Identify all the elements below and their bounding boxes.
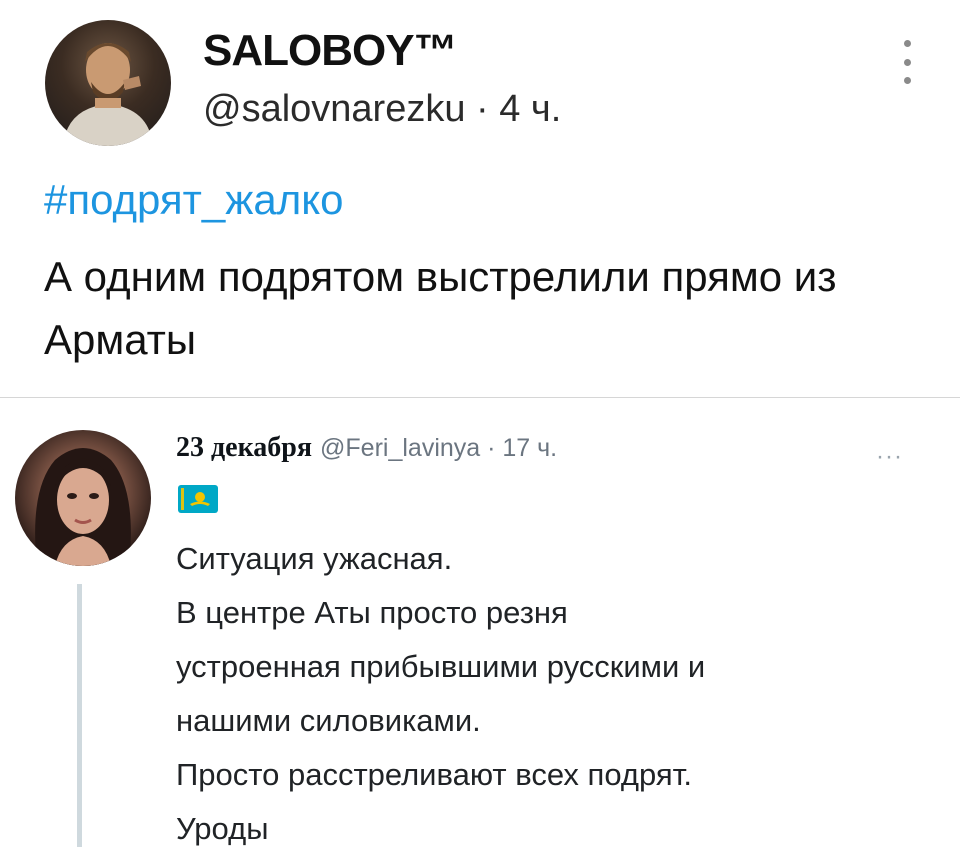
avatar-woman-image <box>35 448 131 566</box>
quoted-tweet-line: Ситуация ужасная. <box>176 541 453 576</box>
quoted-tweet-line: устроенная прибывшими русскими и <box>176 649 706 684</box>
quoted-tweet-date-name[interactable]: 23 декабря <box>176 432 312 463</box>
top-tweet-author-name[interactable]: SALOBOY™ <box>203 26 458 76</box>
quoted-tweet-line: нашими силовиками. <box>176 703 481 738</box>
top-tweet-handle-time[interactable]: @salovnarezku · 4 ч. <box>203 88 561 131</box>
screenshot-page: SALOBOY™ @salovnarezku · 4 ч. #подрят_жа… <box>0 0 960 847</box>
quoted-tweet-text: Ситуация ужасная. В центре Аты просто ре… <box>176 532 936 856</box>
embed-divider <box>0 397 960 398</box>
dot <box>903 58 911 66</box>
more-options-icon[interactable] <box>897 40 917 84</box>
top-tweet-avatar[interactable] <box>45 20 171 146</box>
quoted-tweet-handle-time[interactable]: @Feri_lavinya · 17 ч. <box>320 434 557 462</box>
quoted-tweet-line: Уроды <box>176 811 269 846</box>
hashtag-link[interactable]: #подрят_жалко <box>44 176 343 224</box>
quoted-tweet-header: 23 декабря @Feri_lavinya · 17 ч. <box>176 432 557 464</box>
dot <box>903 40 911 47</box>
more-options-horizontal-icon[interactable]: ··· <box>876 443 903 471</box>
top-tweet-text: А одним подрятом выстрелили прямо из Арм… <box>44 253 837 363</box>
quoted-tweet-line: Просто расстреливают всех подрят. <box>176 757 693 792</box>
avatar-man-image <box>63 43 153 146</box>
quoted-tweet-line: В центре Аты просто резня <box>176 595 568 630</box>
quoted-tweet-avatar[interactable] <box>15 430 151 566</box>
thread-connector-line <box>77 584 82 847</box>
kazakhstan-flag-icon <box>178 485 218 513</box>
dot <box>903 77 911 84</box>
